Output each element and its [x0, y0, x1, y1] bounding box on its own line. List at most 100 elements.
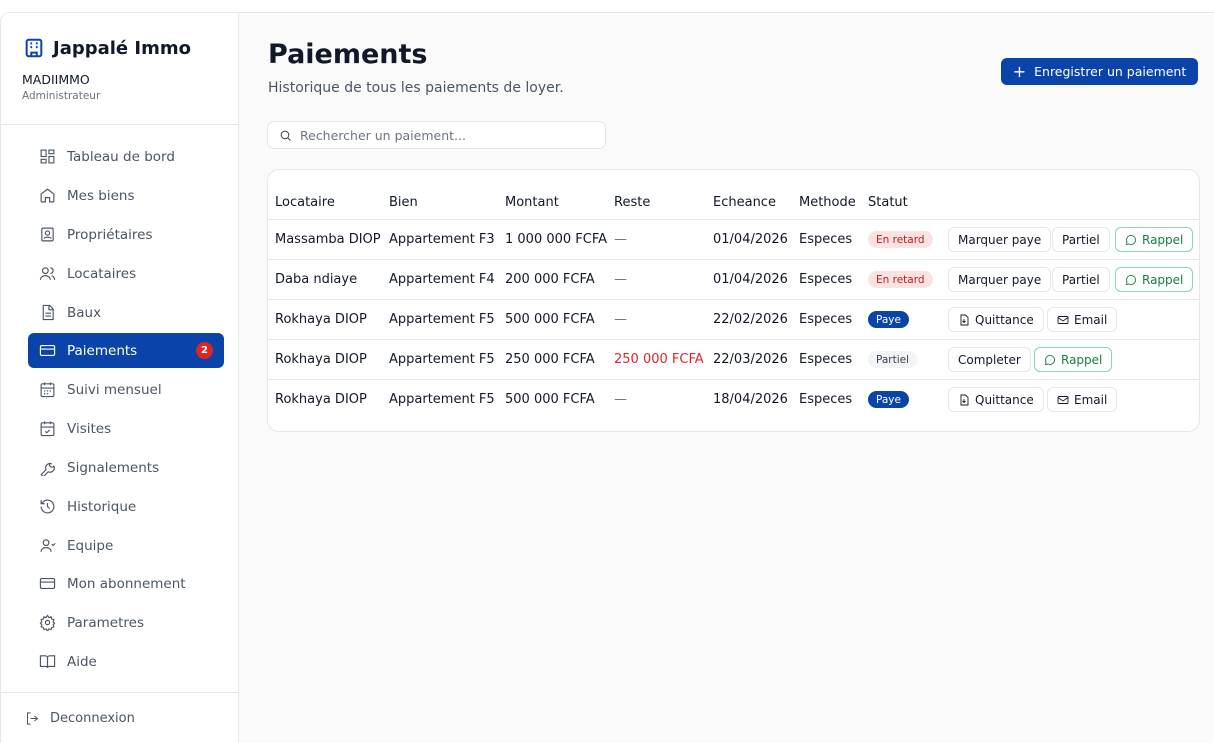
card-icon: [39, 577, 56, 590]
cell-montant: 500 000 FCFA: [505, 392, 595, 407]
sidebar-item-label: Equipe: [67, 537, 114, 554]
divider: [1, 124, 239, 125]
sidebar-item-aide[interactable]: Aide: [28, 644, 224, 679]
cell-echeance: 01/04/2026: [713, 232, 788, 247]
button-label: Email: [1074, 312, 1108, 327]
email-button[interactable]: Email: [1047, 387, 1118, 412]
cell-methode: Especes: [799, 312, 853, 327]
sidebar-item-parametres[interactable]: Parametres: [28, 605, 224, 640]
sidebar-item-visites[interactable]: Visites: [28, 411, 224, 446]
complete-button[interactable]: Completer: [948, 347, 1031, 372]
column-header-reste: Reste: [614, 195, 651, 210]
calendar-grid-icon: [40, 382, 55, 398]
button-label: Partiel: [1062, 272, 1100, 287]
status-badge: En retard: [868, 231, 933, 248]
page-title: Paiements: [268, 39, 428, 70]
receipt-button[interactable]: Quittance: [948, 387, 1044, 412]
user-role: Administrateur: [22, 90, 101, 102]
column-header-methode: Methode: [799, 195, 856, 210]
search-box[interactable]: [267, 121, 606, 149]
add-payment-label: Enregistrer un paiement: [1034, 64, 1187, 79]
home-icon: [40, 188, 55, 203]
partial-button[interactable]: Partiel: [1052, 227, 1110, 252]
reminder-button[interactable]: Rappel: [1115, 267, 1194, 292]
table-row: Rokhaya DIOP Appartement F5 250 000 FCFA…: [268, 339, 1199, 379]
column-header-statut: Statut: [868, 195, 908, 210]
cell-echeance: 22/03/2026: [713, 352, 788, 367]
receipt-button[interactable]: Quittance: [948, 307, 1044, 332]
table-row: Daba ndiaye Appartement F4 200 000 FCFA …: [268, 259, 1199, 299]
cell-reste: —: [614, 272, 627, 287]
sidebar-item-label: Signalements: [67, 459, 160, 476]
search-input[interactable]: [300, 127, 590, 143]
sidebar-item-proprietaires[interactable]: Propriétaires: [28, 217, 224, 252]
sidebar-item-label: Propriétaires: [67, 226, 153, 243]
gear-icon: [39, 614, 56, 631]
cell-locataire: Daba ndiaye: [275, 272, 358, 287]
file-download-icon: [960, 394, 969, 405]
mark-paid-button[interactable]: Marquer paye: [948, 267, 1052, 292]
partial-button[interactable]: Partiel: [1052, 267, 1110, 292]
sidebar-item-label: Tableau de bord: [67, 148, 175, 165]
document-icon: [42, 304, 54, 321]
button-label: Rappel: [1142, 272, 1184, 287]
reminder-button[interactable]: Rappel: [1115, 227, 1194, 252]
divider: [1, 692, 239, 693]
table-row: Rokhaya DIOP Appartement F5 500 000 FCFA…: [268, 379, 1199, 419]
cell-montant: 1 000 000 FCFA: [505, 232, 608, 247]
sidebar-item-tableau-de-bord[interactable]: Tableau de bord: [28, 139, 224, 174]
cell-locataire: Rokhaya DIOP: [275, 312, 367, 327]
sidebar-item-label: Visites: [67, 420, 112, 437]
sidebar-item-label: Parametres: [67, 614, 144, 631]
sidebar-item-mon-abonnement[interactable]: Mon abonnement: [28, 566, 224, 601]
cell-echeance: 22/02/2026: [713, 312, 788, 327]
notification-badge: 2: [196, 342, 213, 359]
add-payment-button[interactable]: + Enregistrer un paiement: [1001, 58, 1198, 85]
button-label: Quittance: [975, 392, 1034, 407]
sidebar-item-suivi-mensuel[interactable]: Suivi mensuel: [28, 372, 224, 407]
sidebar: Jappalé Immo MADIIMMO Administrateur Tab…: [1, 13, 239, 743]
reminder-button[interactable]: Rappel: [1034, 347, 1113, 372]
wrench-icon: [40, 462, 55, 476]
file-download-icon: [960, 314, 969, 325]
payments-table: Locataire Bien Montant Reste Echeance Me…: [267, 169, 1200, 432]
id-card-icon: [41, 227, 54, 242]
sidebar-item-label: Aide: [67, 653, 97, 670]
sidebar-item-historique[interactable]: Historique: [28, 489, 224, 524]
sidebar-item-paiements[interactable]: Paiements 2: [28, 333, 224, 368]
logout-button[interactable]: Deconnexion: [25, 711, 135, 726]
cell-methode: Especes: [799, 272, 853, 287]
email-button[interactable]: Email: [1047, 307, 1118, 332]
history-icon: [40, 499, 55, 514]
sidebar-item-label: Suivi mensuel: [67, 381, 162, 398]
cell-montant: 250 000 FCFA: [505, 352, 595, 367]
sidebar-item-baux[interactable]: Baux: [28, 295, 224, 330]
team-icon: [40, 539, 56, 552]
mark-paid-button[interactable]: Marquer paye: [948, 227, 1052, 252]
button-label: Quittance: [975, 312, 1034, 327]
sidebar-item-locataires[interactable]: Locataires: [28, 256, 224, 291]
status-badge: En retard: [868, 271, 933, 288]
message-circle-icon: [1125, 274, 1136, 285]
status-badge: Paye: [868, 311, 909, 328]
plus-icon: +: [1012, 61, 1027, 81]
mail-icon: [1057, 315, 1069, 324]
button-label: Partiel: [1062, 232, 1100, 247]
table-row: Rokhaya DIOP Appartement F5 500 000 FCFA…: [268, 299, 1199, 339]
button-label: Marquer paye: [958, 272, 1042, 287]
cell-echeance: 18/04/2026: [713, 392, 788, 407]
cell-locataire: Rokhaya DIOP: [275, 392, 367, 407]
brand[interactable]: Jappalé Immo: [23, 37, 191, 59]
sidebar-item-equipe[interactable]: Equipe: [28, 528, 224, 563]
sidebar-item-mes-biens[interactable]: Mes biens: [28, 178, 224, 213]
button-label: Marquer paye: [958, 232, 1042, 247]
cell-reste: —: [614, 392, 627, 407]
sidebar-item-signalements[interactable]: Signalements: [28, 450, 224, 485]
sidebar-item-label: Locataires: [67, 265, 137, 282]
cell-bien: Appartement F3: [389, 232, 495, 247]
app-name: Jappalé Immo: [53, 37, 191, 59]
cell-bien: Appartement F5: [389, 312, 495, 327]
logout-label: Deconnexion: [50, 711, 135, 726]
book-icon: [39, 655, 56, 668]
main-content: Paiements Historique de tous les paiemen…: [239, 13, 1214, 743]
